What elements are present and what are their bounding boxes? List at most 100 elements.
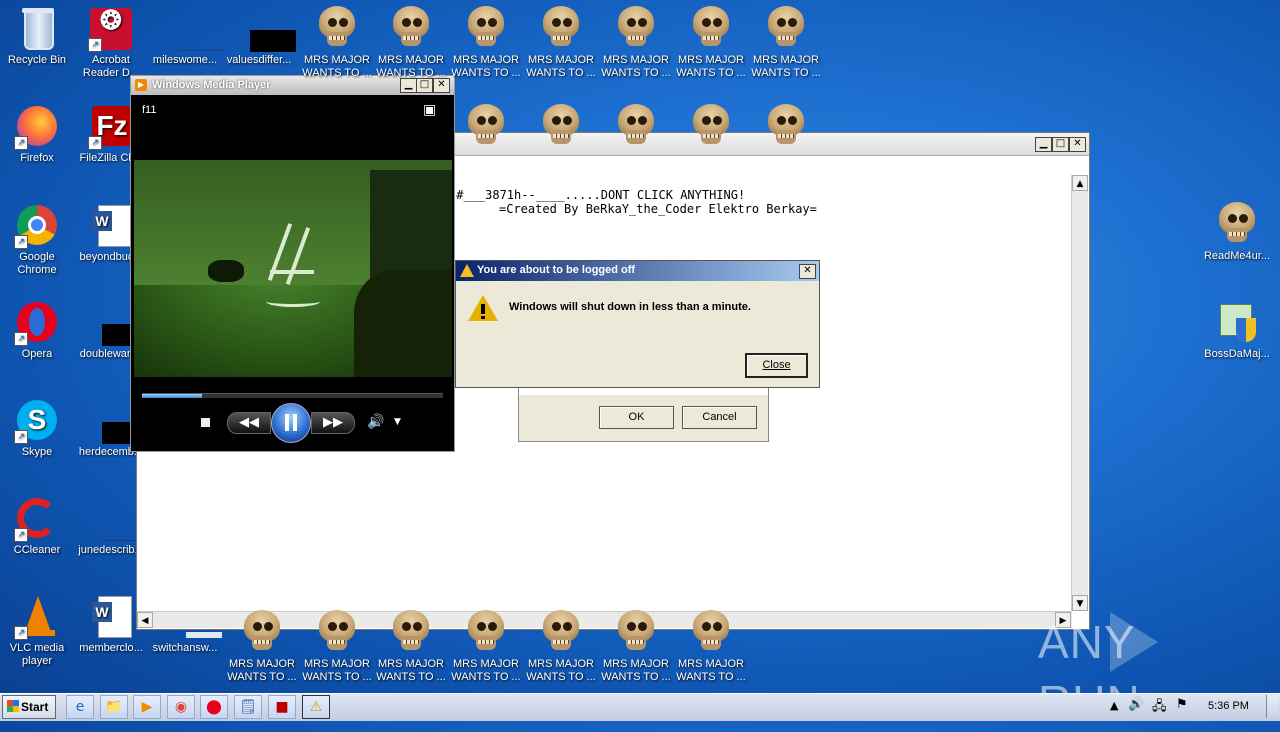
- logoff-dialog[interactable]: You are about to be logged off ✕ Windows…: [455, 260, 820, 388]
- desktop-icon-mrs-major[interactable]: MRS MAJOR WANTS TO ...: [449, 610, 523, 684]
- taskbar-opera-icon[interactable]: ⬤: [200, 695, 228, 719]
- skull-icon: [389, 6, 433, 50]
- desktop-icon-ccleaner[interactable]: ↗ CCleaner: [0, 496, 74, 557]
- desktop-icon-label: Recycle Bin: [7, 54, 67, 66]
- maximize-button[interactable]: □: [1052, 137, 1069, 152]
- desktop-icon-label: BossDaMaj...: [1204, 348, 1270, 360]
- media-player-window[interactable]: ▶ Windows Media Player ▁ □ ✕ f11 ▣ ◀◀ ▶▶…: [130, 75, 455, 452]
- desktop-icon-mrs-major[interactable]: MRS MAJOR WANTS TO ...: [599, 610, 673, 684]
- ok-button[interactable]: OK: [599, 406, 674, 429]
- start-button[interactable]: Start: [2, 695, 56, 719]
- desktop-icon-vlc[interactable]: ↗ VLC media player: [0, 594, 74, 668]
- video-frame[interactable]: [134, 160, 452, 377]
- desktop-icon-label: MRS MAJOR: [603, 658, 669, 670]
- desktop-icon-valuesdiffer[interactable]: valuesdiffer...: [222, 6, 296, 67]
- seek-bar-fill: [142, 394, 203, 398]
- taskbar-explorer-icon[interactable]: 📁: [100, 695, 128, 719]
- filezilla-icon: Fz ↗: [88, 104, 134, 150]
- wmp-maximize-button[interactable]: □: [416, 78, 433, 93]
- desktop-icon-label: MRS MAJOR: [528, 54, 594, 66]
- desktop-icon-label: VLC media player: [9, 642, 65, 667]
- desktop-icon-readme[interactable]: ReadMe4ur...: [1200, 202, 1274, 263]
- desktop-icon-label: CCleaner: [13, 544, 61, 556]
- desktop-icon-mrs-major[interactable]: MRS MAJOR WANTS TO ...: [674, 610, 748, 684]
- desktop-icon-label: WANTS TO ...: [601, 671, 671, 683]
- desktop-icon-mrs-major[interactable]: MRS MAJOR WANTS TO ...: [749, 6, 823, 80]
- taskbar-notepad-icon[interactable]: 🗒: [234, 695, 262, 719]
- desktop-icon-label: WANTS TO ...: [676, 671, 746, 683]
- dialog-close-icon[interactable]: ✕: [799, 264, 816, 279]
- taskbar-clock[interactable]: 5:36 PM: [1208, 700, 1249, 712]
- skull-icon: [614, 610, 658, 654]
- skull-icon: [389, 610, 433, 654]
- desktop-icon-firefox[interactable]: ↗ Firefox: [0, 104, 74, 165]
- desktop-icon-mrs-major[interactable]: MRS MAJOR WANTS TO ...: [599, 6, 673, 80]
- seek-bar[interactable]: [142, 393, 443, 398]
- vlc-cone-icon: ↗: [14, 594, 60, 640]
- media-player-app-icon: ▶: [135, 79, 147, 91]
- scroll-left-arrow-icon[interactable]: ◀: [137, 612, 153, 628]
- desktop-icon-mrs-major[interactable]: MRS MAJOR WANTS TO ...: [449, 6, 523, 80]
- tray-show-hidden-icon[interactable]: ▲: [1110, 699, 1118, 712]
- desktop-icon-mrs-major[interactable]: MRS MAJOR WANTS TO ...: [374, 6, 448, 80]
- wmp-minimize-button[interactable]: ▁: [400, 78, 417, 93]
- desktop-icon-recycle-bin[interactable]: Recycle Bin: [0, 6, 74, 67]
- wmp-close-button[interactable]: ✕: [433, 78, 450, 93]
- desktop-icon-bossdamaj[interactable]: BossDaMaj...: [1200, 300, 1274, 361]
- file-icon: [162, 6, 224, 52]
- taskbar-chrome-icon[interactable]: ◉: [167, 695, 195, 719]
- desktop-icon-label: MRS MAJOR: [678, 658, 744, 670]
- desktop-icon-skype[interactable]: S ↗ Skype: [0, 398, 74, 459]
- next-button[interactable]: ▶▶: [311, 412, 355, 434]
- desktop-icon-mrs-major[interactable]: MRS MAJOR WANTS TO ...: [225, 610, 299, 684]
- confirm-dialog[interactable]: OK Cancel: [518, 386, 769, 442]
- desktop-icon-chrome[interactable]: ↗ Google Chrome: [0, 203, 74, 277]
- tray-flag-icon[interactable]: ⚑: [1176, 697, 1188, 712]
- tray-volume-icon[interactable]: 🔊: [1128, 697, 1144, 712]
- previous-button[interactable]: ◀◀: [227, 412, 271, 434]
- show-desktop-button[interactable]: [1266, 695, 1279, 718]
- vertical-scrollbar[interactable]: ▲ ▼: [1071, 175, 1088, 611]
- desktop-icon-mileswomen[interactable]: mileswome...: [148, 6, 224, 67]
- tray-network-icon[interactable]: 🖧: [1152, 697, 1167, 719]
- taskbar-warning-icon[interactable]: ⚠: [302, 695, 330, 719]
- taskbar-ie-icon[interactable]: e: [66, 695, 94, 719]
- taskbar-app-icon[interactable]: ■: [268, 695, 296, 719]
- scroll-up-arrow-icon[interactable]: ▲: [1072, 175, 1088, 191]
- scroll-down-arrow-icon[interactable]: ▼: [1072, 595, 1088, 611]
- desktop-icon-label: WANTS TO ...: [376, 671, 446, 683]
- desktop-icon-label: valuesdiffer...: [226, 54, 292, 66]
- switch-to-library-icon[interactable]: ▣: [423, 102, 436, 118]
- close-button[interactable]: ✕: [1069, 137, 1086, 152]
- minimize-button[interactable]: ▁: [1035, 137, 1052, 152]
- desktop-icon-mrs-major[interactable]: [599, 104, 673, 152]
- desktop-icon-mrs-major[interactable]: [674, 104, 748, 152]
- desktop-icon-mrs-major[interactable]: MRS MAJOR WANTS TO ...: [524, 610, 598, 684]
- desktop-icon-acrobat[interactable]: ❂ ↗ Acrobat Reader D...: [74, 6, 148, 80]
- desktop-icon-mrs-major[interactable]: [524, 104, 598, 152]
- logoff-message: Windows will shut down in less than a mi…: [509, 301, 751, 313]
- desktop-icon-mrs-major[interactable]: MRS MAJOR WANTS TO ...: [300, 6, 374, 80]
- pause-button[interactable]: [271, 403, 311, 443]
- skull-icon: [315, 6, 359, 50]
- notepad-line-2: =Created By BeRkaY_the_Coder Elektro Ber…: [499, 202, 817, 216]
- volume-dropdown-icon[interactable]: ▼: [394, 417, 401, 427]
- stop-button[interactable]: [201, 418, 210, 427]
- desktop-icon-opera[interactable]: ↗ Opera: [0, 300, 74, 361]
- desktop-icon-label: MRS MAJOR: [304, 54, 370, 66]
- file-icon: [88, 496, 150, 542]
- volume-icon[interactable]: 🔊: [367, 414, 384, 430]
- desktop-icon-mrs-major[interactable]: [749, 104, 823, 152]
- skull-icon: [764, 104, 808, 148]
- desktop-icon-mrs-major[interactable]: MRS MAJOR WANTS TO ...: [300, 610, 374, 684]
- desktop-icon-label: MRS MAJOR: [528, 658, 594, 670]
- desktop-icon-mrs-major[interactable]: [449, 104, 523, 152]
- desktop-icon-mrs-major[interactable]: MRS MAJOR WANTS TO ...: [524, 6, 598, 80]
- logoff-close-button[interactable]: Close: [745, 353, 808, 378]
- desktop-icon-mrs-major[interactable]: MRS MAJOR WANTS TO ...: [374, 610, 448, 684]
- desktop-icon-label: MRS MAJOR: [453, 54, 519, 66]
- cancel-button[interactable]: Cancel: [682, 406, 757, 429]
- desktop-icon-label: Firefox: [20, 152, 54, 164]
- taskbar-media-player-icon[interactable]: ▶: [133, 695, 161, 719]
- desktop-icon-mrs-major[interactable]: MRS MAJOR WANTS TO ...: [674, 6, 748, 80]
